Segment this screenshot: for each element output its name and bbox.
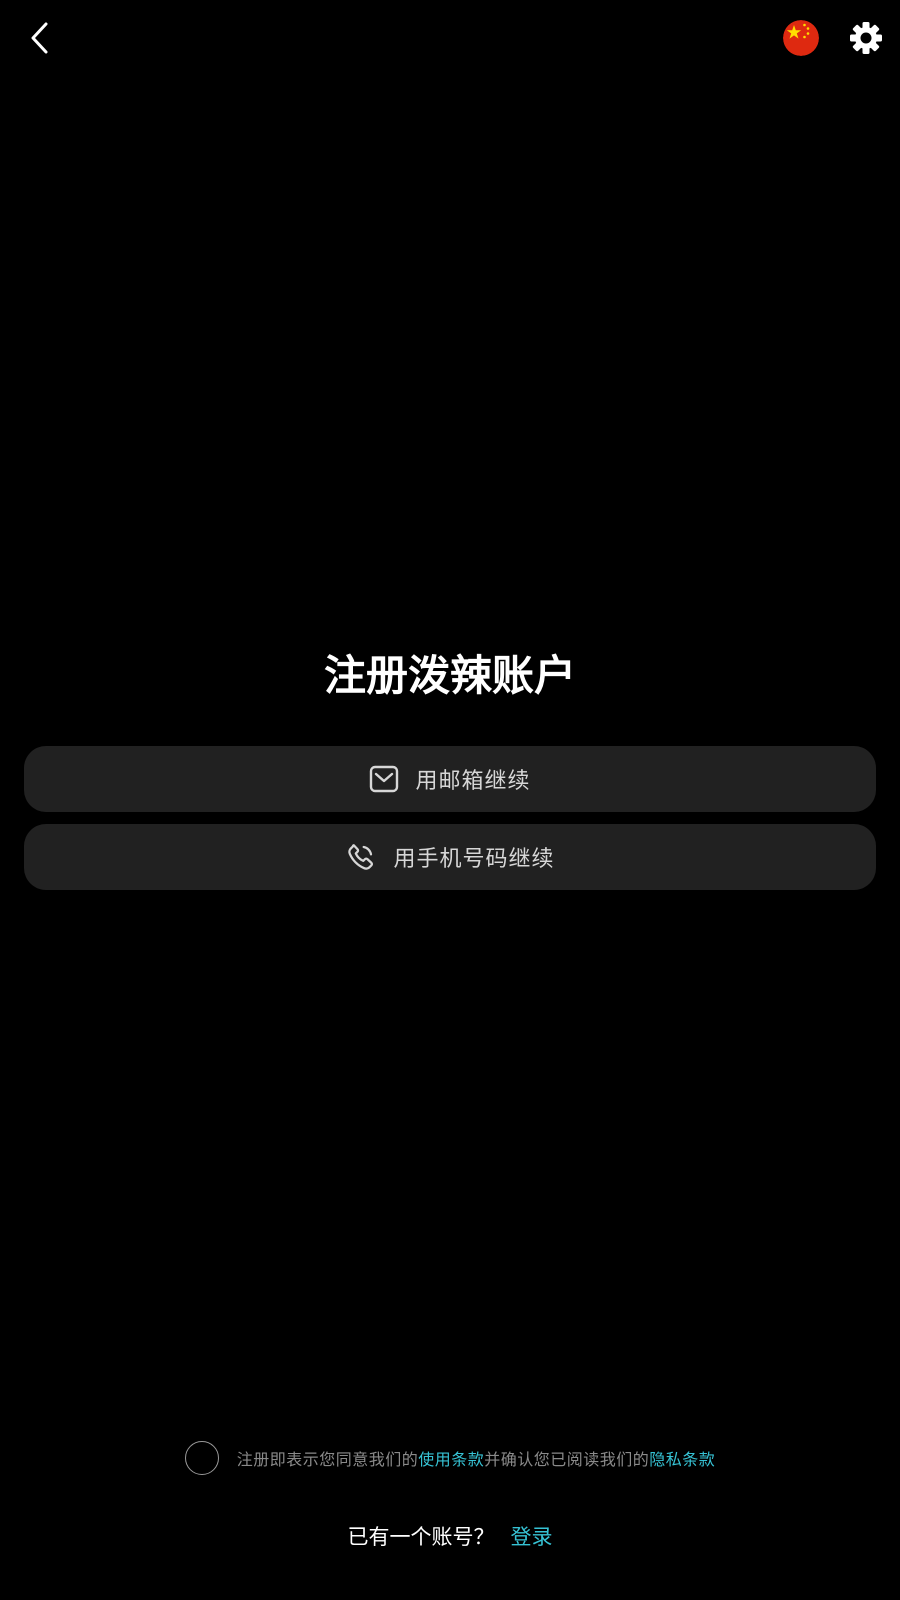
chevron-left-icon [31,22,48,54]
agreement-text-before: 注册即表示您同意我们的 [236,1450,419,1469]
settings-button[interactable] [848,20,884,56]
region-flag-button[interactable] [783,20,819,56]
continue-with-email-label: 用邮箱继续 [415,769,531,794]
continue-with-email-button[interactable]: 用邮箱继续 [24,746,876,812]
signup-screen: 注册泼辣账户 用邮箱继续 用手机号码继续 注册即表示您同意我们的使用条款并确认您… [0,0,900,1600]
gear-icon [850,22,882,54]
login-row: 已有一个账号？ 登录 [0,1518,900,1554]
mail-icon [369,764,399,794]
agreement-text: 注册即表示您同意我们的使用条款并确认您已阅读我们的隐私条款 [237,1446,716,1470]
phone-icon [345,841,377,873]
login-link[interactable]: 登录 [511,1521,553,1551]
login-prompt: 已有一个账号？ [347,1525,495,1549]
continue-with-phone-button[interactable]: 用手机号码继续 [24,824,876,890]
back-button[interactable] [18,16,62,60]
page-title: 注册泼辣账户 [323,651,576,700]
agreement-text-middle: 并确认您已阅读我们的 [484,1450,650,1469]
china-flag-icon [783,20,819,56]
terms-of-use-link[interactable]: 使用条款 [418,1450,484,1469]
privacy-policy-link[interactable]: 隐私条款 [649,1450,715,1469]
agreement-row: 注册即表示您同意我们的使用条款并确认您已阅读我们的隐私条款 [0,1438,900,1478]
continue-with-phone-label: 用手机号码继续 [393,847,555,872]
agreement-checkbox[interactable] [184,1441,219,1475]
